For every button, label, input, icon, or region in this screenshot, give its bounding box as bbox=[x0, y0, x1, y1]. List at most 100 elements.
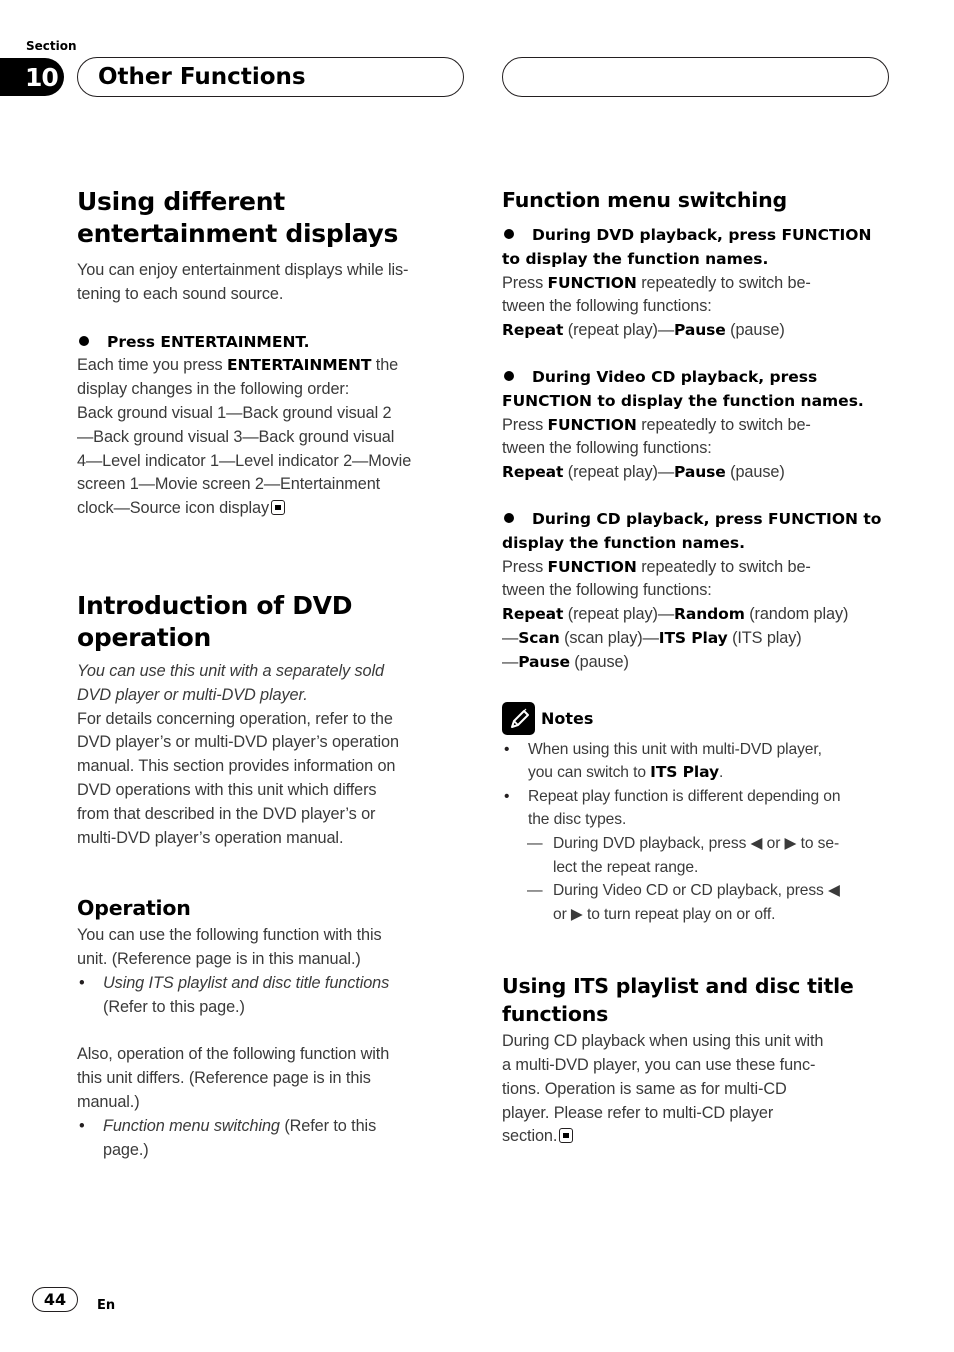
entertainment-step: Press ENTERTAINMENT. bbox=[77, 331, 467, 355]
text-line: (Refer to this page.) bbox=[103, 997, 245, 1016]
text: . bbox=[719, 764, 724, 782]
bold-text: Repeat bbox=[502, 463, 564, 482]
block-body: Press FUNCTION repeatedly to switch be- … bbox=[502, 556, 892, 675]
bold-text: Repeat bbox=[502, 605, 564, 624]
text-line: —Back ground visual 3—Back ground visual bbox=[77, 427, 395, 446]
entertainment-section: Using different entertainment displays Y… bbox=[77, 186, 467, 521]
step-text: to display the function names. bbox=[502, 249, 769, 268]
text-line: screen 1—Movie screen 2—Entertainment bbox=[77, 475, 381, 494]
function-menu-section: Function menu switching During DVD playb… bbox=[502, 186, 892, 675]
text: you can switch to bbox=[528, 764, 651, 782]
text-line: During CD playback when using this unit … bbox=[502, 1032, 824, 1051]
step: During Video CD playback, press FUNCTION… bbox=[502, 366, 892, 414]
text-line: page.) bbox=[103, 1140, 149, 1159]
text-line: DVD operations with this unit which diff… bbox=[77, 780, 377, 799]
text: (repeat play)— bbox=[563, 605, 675, 624]
operation-body: You can use the following function with … bbox=[77, 924, 467, 1162]
bold-text: ENTERTAINMENT bbox=[227, 356, 372, 375]
section-number-badge: 10 bbox=[0, 58, 64, 96]
text: — bbox=[502, 628, 519, 647]
step-text: Press ENTERTAINMENT. bbox=[107, 332, 310, 351]
text-line: Also, operation of the following functio… bbox=[77, 1045, 390, 1064]
text-line: Repeat play function is different depend… bbox=[528, 787, 841, 805]
bullet-dot-icon bbox=[504, 229, 514, 239]
end-mark-icon bbox=[271, 500, 286, 516]
text: repeatedly to switch be- bbox=[636, 557, 811, 576]
text: Press bbox=[502, 415, 548, 434]
list-item: Using ITS playlist and disc title functi… bbox=[77, 972, 467, 1020]
text: clock—Source icon display bbox=[77, 499, 270, 518]
step-text: display the function names. bbox=[502, 533, 745, 552]
bold-text: Pause bbox=[518, 652, 570, 671]
step-text: During Video CD playback, press bbox=[532, 367, 818, 386]
text-line: tening to each sound source. bbox=[77, 284, 284, 303]
bold-text: FUNCTION bbox=[547, 273, 637, 292]
text-line: 4—Level indicator 1—Level indicator 2—Mo… bbox=[77, 451, 412, 470]
bold-text: Pause bbox=[674, 321, 726, 340]
text-line: multi-DVD player’s operation manual. bbox=[77, 828, 344, 847]
dvd-intro-section: Introduction of DVD operation You can us… bbox=[77, 590, 467, 850]
text-line: player. Please refer to multi-CD player bbox=[502, 1103, 774, 1122]
pencil-icon bbox=[502, 702, 535, 736]
note-subitem: During Video CD or CD playback, press ◀ … bbox=[502, 879, 892, 926]
notes-label: Notes bbox=[541, 709, 594, 729]
bold-text: Random bbox=[674, 605, 745, 624]
operation-section: Operation You can use the following func… bbox=[77, 894, 467, 1162]
dvd-intro-body: You can use this unit with a separately … bbox=[77, 660, 467, 850]
left-column: Using different entertainment displays Y… bbox=[77, 186, 467, 1162]
bold-text: FUNCTION bbox=[547, 557, 637, 576]
bullet-dot-icon bbox=[79, 335, 89, 346]
function-block-video-cd: During Video CD playback, press FUNCTION… bbox=[502, 366, 892, 485]
link-text: Using ITS playlist and disc title functi… bbox=[103, 973, 390, 992]
text-line: Each time you press ENTERTAINMENT the bbox=[77, 354, 467, 378]
function-block-cd: During CD playback, press FUNCTION to di… bbox=[502, 508, 892, 675]
text: Press bbox=[502, 557, 548, 576]
operation-heading: Operation bbox=[77, 896, 191, 921]
note-item: Repeat play function is different depend… bbox=[502, 785, 892, 832]
dvd-intro-heading: Introduction of DVD operation bbox=[77, 590, 353, 652]
bold-text: Repeat bbox=[502, 321, 564, 340]
text: (pause) bbox=[569, 652, 629, 671]
text: Press bbox=[502, 273, 548, 292]
notes-list: When using this unit with multi-DVD play… bbox=[502, 738, 892, 927]
text-line: a multi-DVD player, you can use these fu… bbox=[502, 1056, 816, 1075]
step-text: FUNCTION to display the function names. bbox=[502, 391, 864, 410]
its-body: During CD playback when using this unit … bbox=[502, 1030, 892, 1149]
text-line: unit. (Reference page is in this manual.… bbox=[77, 950, 361, 969]
text: (random play) bbox=[744, 605, 849, 624]
text-line: tween the following functions: bbox=[502, 581, 712, 600]
text-line: tween the following functions: bbox=[502, 297, 712, 316]
step-text: During CD playback, press FUNCTION to bbox=[532, 509, 882, 528]
entertainment-body: Each time you press ENTERTAINMENT the di… bbox=[77, 354, 467, 521]
text-line: or ▶ to turn repeat play on or off. bbox=[553, 905, 776, 923]
bold-text: ITS Play bbox=[650, 763, 720, 782]
text-line: the disc types. bbox=[528, 811, 627, 829]
its-section: Using ITS playlist and disc title functi… bbox=[502, 972, 892, 1149]
text-line: tions. Operation is same as for multi-CD bbox=[502, 1079, 787, 1098]
text: repeatedly to switch be- bbox=[636, 415, 811, 434]
text-line: section. bbox=[502, 1125, 892, 1149]
right-column: Function menu switching During DVD playb… bbox=[502, 186, 892, 1149]
step: During DVD playback, press FUNCTION to d… bbox=[502, 224, 892, 272]
block-body: Press FUNCTION repeatedly to switch be- … bbox=[502, 414, 892, 485]
text-line: You can use the following function with … bbox=[77, 926, 382, 945]
bold-text: Scan bbox=[518, 628, 560, 647]
section-title: Other Functions bbox=[98, 64, 306, 90]
text-line: from that described in the DVD player’s … bbox=[77, 804, 376, 823]
notes-section: Notes When using this unit with multi-DV… bbox=[502, 702, 892, 927]
text: section. bbox=[502, 1127, 558, 1146]
bullet-dot-icon bbox=[504, 512, 514, 523]
note-subitem: During DVD playback, press ◀ or ▶ to se-… bbox=[502, 832, 892, 879]
text-line: this unit differs. (Reference page is in… bbox=[77, 1069, 371, 1088]
text: repeatedly to switch be- bbox=[636, 273, 811, 292]
heading-line: Using different bbox=[77, 187, 285, 216]
text-line: manual.) bbox=[77, 1092, 140, 1111]
section-label: Section bbox=[26, 39, 77, 53]
function-menu-heading: Function menu switching bbox=[502, 188, 787, 212]
text-line: When using this unit with multi-DVD play… bbox=[528, 740, 822, 758]
text-line: manual. This section provides informatio… bbox=[77, 757, 396, 776]
text-line: clock—Source icon display bbox=[77, 497, 467, 521]
link-text: Function menu switching bbox=[103, 1116, 280, 1135]
text-line: You can enjoy entertainment displays whi… bbox=[77, 261, 409, 279]
list-item: Function menu switching (Refer to this p… bbox=[77, 1115, 467, 1163]
